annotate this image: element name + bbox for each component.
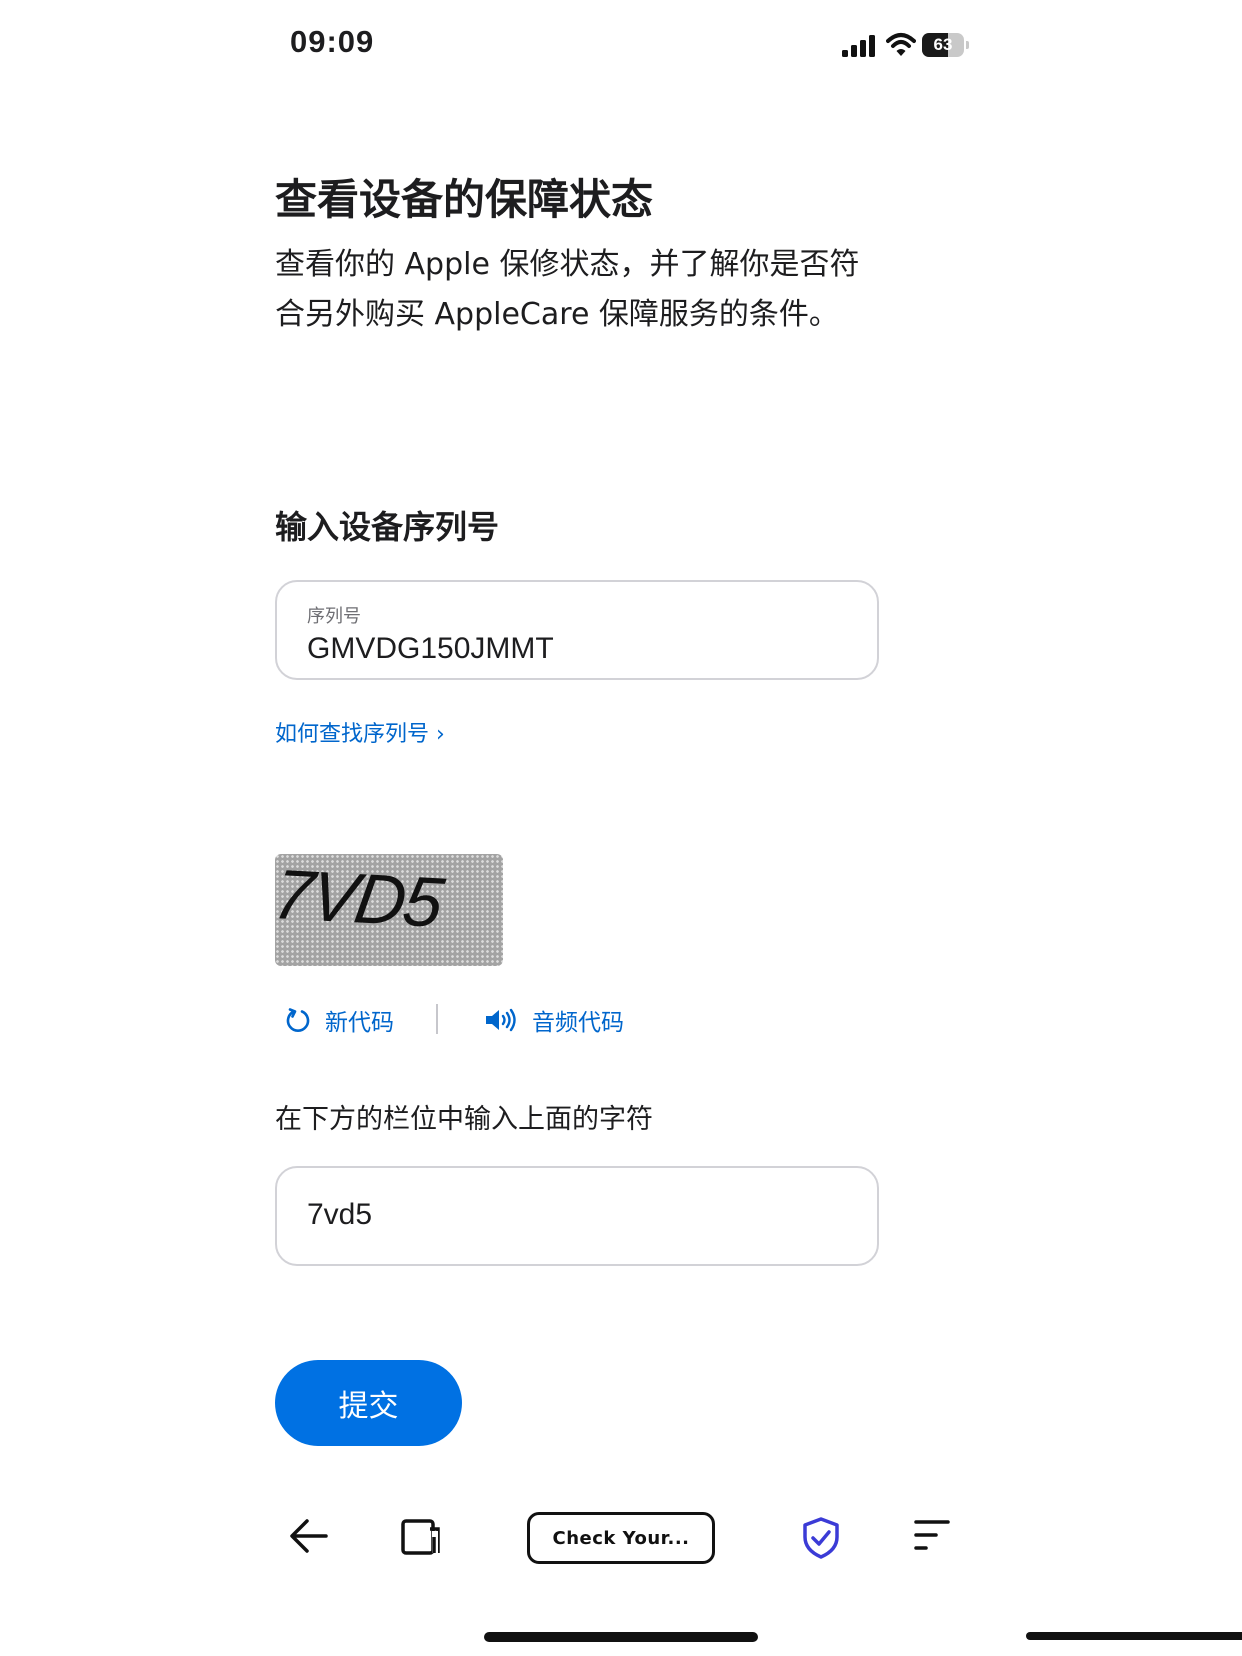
edge-mark [1026, 1632, 1242, 1640]
audio-code-button[interactable]: 音频代码 [484, 1000, 624, 1040]
page-description: 查看你的 Apple 保修状态，并了解你是否符合另外购买 AppleCare 保… [275, 247, 860, 332]
battery-indicator: 63 [922, 33, 969, 57]
speaker-icon [486, 1008, 516, 1032]
address-bar[interactable]: Check Your... [527, 1512, 715, 1564]
new-code-button[interactable]: 新代码 [285, 1000, 394, 1040]
shield-check-icon[interactable] [800, 1516, 842, 1560]
serial-number-value[interactable]: GMVDG150JMMT [307, 632, 554, 666]
serial-section-heading: 输入设备序列号 [275, 508, 500, 546]
serial-number-label: 序列号 [307, 606, 361, 627]
submit-button[interactable]: 提交 [275, 1360, 462, 1446]
find-serial-link[interactable]: 如何查找序列号 › [275, 716, 445, 748]
cellular-signal-icon [842, 35, 875, 57]
wifi-icon [886, 33, 916, 56]
captcha-input-value[interactable]: 7vd5 [307, 1198, 372, 1232]
battery-percent: 63 [933, 35, 953, 54]
action-divider [436, 1004, 438, 1034]
page-title: 查看设备的保障状态 [275, 175, 654, 224]
new-code-label: 新代码 [325, 1010, 394, 1036]
audio-code-label: 音频代码 [532, 1010, 624, 1036]
status-time: 09:09 [290, 24, 375, 59]
captcha-text: 7VD5 [275, 854, 447, 942]
refresh-icon [286, 1008, 310, 1032]
menu-icon[interactable] [912, 1518, 952, 1554]
tabs-icon[interactable] [400, 1515, 442, 1557]
captcha-input[interactable]: 7vd5 [275, 1166, 879, 1266]
home-indicator [484, 1632, 758, 1642]
back-arrow-icon[interactable] [288, 1516, 330, 1556]
captcha-instruction: 在下方的栏位中输入上面的字符 [275, 1104, 653, 1135]
serial-number-field[interactable]: 序列号 GMVDG150JMMT [275, 580, 879, 680]
captcha-image: 7VD5 [275, 854, 503, 966]
